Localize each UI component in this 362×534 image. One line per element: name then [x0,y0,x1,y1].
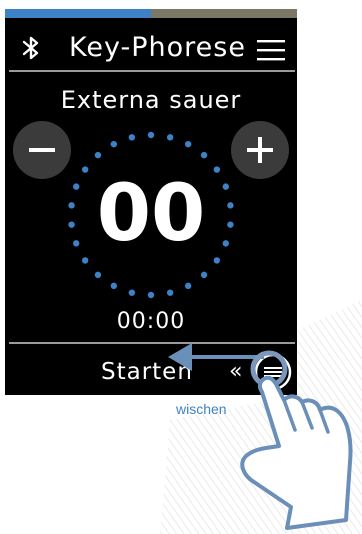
hamburger-menu-icon[interactable] [257,39,285,61]
swipe-hint-label: wischen [176,401,227,417]
ring-dot [128,134,136,141]
swipe-handle-icon[interactable] [253,352,293,392]
header-divider [9,70,295,72]
ring-dot [94,151,102,159]
ring-dot [200,151,208,159]
ring-dot [110,140,118,148]
progress-bar-fill [5,9,151,18]
ring-dot [94,271,102,279]
start-label: Starten [101,359,193,385]
progress-bar [5,9,297,18]
ring-dot [200,271,208,279]
ring-dot [147,291,155,299]
device-screen: Key-Phorese Externa sauer 00 00:00 Start… [5,9,297,395]
chevron-left-icon: « [229,359,243,384]
ring-dot [128,289,136,296]
ring-dot [147,131,155,139]
hand-swipe-icon [240,375,353,530]
ring-dot [184,140,192,148]
ring-dot [184,282,192,290]
counter-value: 00 [96,169,206,259]
ring-dot [166,134,174,141]
ring-dot [110,282,118,290]
footer-divider [9,342,295,344]
header: Key-Phorese [5,27,297,69]
timer-display: 00:00 [116,309,186,334]
ring-dot [166,289,174,296]
bluetooth-icon[interactable] [20,35,42,61]
program-name: Externa sauer [60,86,242,114]
app-title: Key-Phorese [69,32,246,63]
